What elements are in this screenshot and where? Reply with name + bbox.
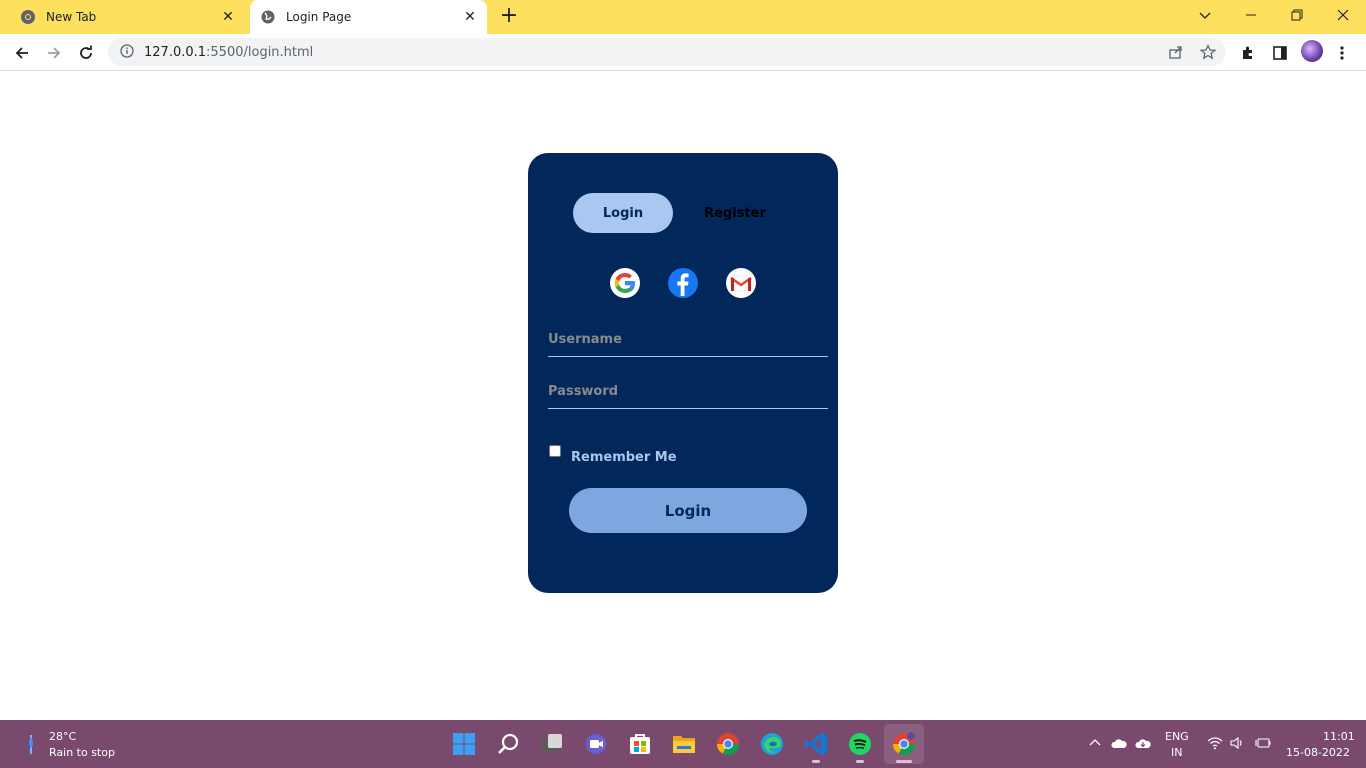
- vscode-icon[interactable]: [803, 731, 829, 757]
- close-tab-icon[interactable]: ✕: [221, 10, 235, 24]
- restore-button[interactable]: [1274, 0, 1320, 30]
- remember-me-checkbox[interactable]: [549, 445, 561, 457]
- onedrive-icon[interactable]: [1111, 735, 1127, 751]
- side-panel-icon[interactable]: [1271, 44, 1289, 62]
- volume-icon[interactable]: [1229, 735, 1245, 751]
- weather-description[interactable]: Rain to stop: [49, 746, 115, 759]
- file-explorer-icon[interactable]: [671, 731, 697, 757]
- chat-icon[interactable]: [583, 731, 609, 757]
- login-card: Login Register Remember Me Login: [528, 153, 838, 593]
- close-tab-icon[interactable]: ✕: [463, 10, 477, 24]
- rain-icon[interactable]: [24, 734, 38, 756]
- address-bar[interactable]: 127.0.0.1:5500/login.html: [108, 38, 1226, 66]
- bookmark-star-icon[interactable]: [1199, 44, 1217, 60]
- tab-new-tab[interactable]: New Tab ✕: [0, 0, 245, 34]
- login-button[interactable]: Login: [569, 488, 807, 533]
- extensions-icon[interactable]: [1239, 44, 1257, 62]
- globe-icon: [260, 9, 276, 25]
- task-view-icon[interactable]: [539, 731, 565, 757]
- tab-login-page[interactable]: Login Page ✕: [250, 0, 487, 34]
- forward-icon[interactable]: [41, 40, 67, 66]
- password-field[interactable]: [548, 375, 828, 409]
- language-indicator[interactable]: ENG: [1165, 730, 1189, 743]
- close-window-button[interactable]: [1320, 0, 1366, 30]
- clock-time[interactable]: 11:01: [1323, 730, 1355, 743]
- url-text: 127.0.0.1:5500/login.html: [144, 44, 314, 60]
- chrome-canary-icon[interactable]: [715, 731, 741, 757]
- facebook-icon[interactable]: [668, 268, 698, 298]
- language-region[interactable]: IN: [1171, 746, 1182, 759]
- google-icon[interactable]: [610, 268, 640, 298]
- profile-avatar[interactable]: [1301, 40, 1323, 62]
- cloud-sync-icon[interactable]: [1135, 735, 1151, 751]
- wifi-icon[interactable]: [1207, 735, 1223, 751]
- clock-date[interactable]: 15-08-2022: [1286, 746, 1350, 759]
- tab-search-icon[interactable]: [1182, 0, 1228, 30]
- chrome-icon: [20, 9, 36, 25]
- browser-toolbar: 127.0.0.1:5500/login.html: [0, 34, 1366, 71]
- tab-title: New Tab: [46, 10, 97, 24]
- spotify-icon[interactable]: [847, 731, 873, 757]
- reload-icon[interactable]: [73, 40, 99, 66]
- running-indicator: [856, 760, 864, 763]
- battery-icon[interactable]: [1255, 735, 1271, 751]
- tab-strip: New Tab ✕ Login Page ✕ +: [0, 0, 1366, 34]
- back-icon[interactable]: [9, 40, 35, 66]
- gmail-icon[interactable]: [726, 268, 756, 298]
- running-indicator: [812, 760, 820, 763]
- new-tab-button[interactable]: +: [498, 5, 520, 28]
- windows-start-icon[interactable]: [451, 731, 477, 757]
- share-icon[interactable]: [1168, 44, 1184, 60]
- chevron-up-icon[interactable]: [1087, 735, 1103, 751]
- store-icon[interactable]: [627, 731, 653, 757]
- running-indicator: [896, 760, 912, 763]
- weather-temperature[interactable]: 28°C: [49, 730, 76, 743]
- site-info-icon[interactable]: [120, 43, 134, 62]
- search-icon[interactable]: [495, 731, 521, 757]
- username-field[interactable]: [548, 323, 828, 357]
- minimize-button[interactable]: [1228, 0, 1274, 30]
- login-toggle-button[interactable]: Login: [573, 193, 673, 233]
- edge-icon[interactable]: [759, 731, 785, 757]
- chrome-icon[interactable]: [891, 731, 917, 757]
- tab-title: Login Page: [286, 10, 352, 24]
- remember-me-label: Remember Me: [571, 450, 677, 465]
- register-toggle-button[interactable]: Register: [685, 193, 785, 233]
- menu-icon[interactable]: [1333, 44, 1351, 62]
